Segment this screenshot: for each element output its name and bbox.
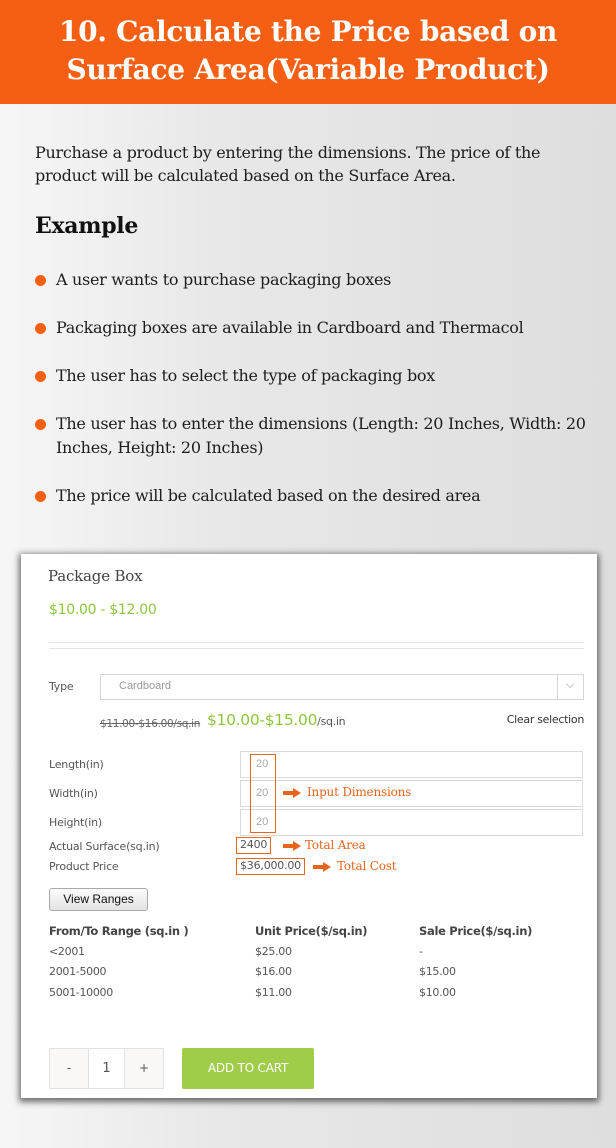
page-banner: 10. Calculate the Price based on Surface… [0, 0, 616, 104]
product-title: Package Box [48, 567, 143, 585]
quantity-input[interactable]: 1 [88, 1049, 125, 1088]
view-ranges-button[interactable]: View Ranges [49, 888, 148, 911]
bullet-item: The user has to select the type of packa… [35, 364, 605, 388]
price-separator: - [100, 602, 106, 618]
bullet-item: A user wants to purchase packaging boxes [35, 268, 605, 292]
bullet-text: The user has to select the type of packa… [56, 366, 435, 385]
bullet-item: Packaging boxes are available in Cardboa… [35, 316, 605, 340]
table-cell: 2001-5000 [49, 965, 107, 978]
arrow-right-icon [283, 841, 301, 851]
table-cell: $11.00 [255, 986, 292, 999]
length-label: Length(in) [49, 758, 104, 771]
intro-line-1: Purchase a product by entering the dimen… [35, 143, 541, 162]
arrow-right-icon [283, 788, 301, 798]
sale-price-unit: /sq.in [317, 715, 346, 728]
type-select[interactable]: Cardboard [100, 674, 584, 700]
actual-surface-value: 2400 [236, 837, 272, 854]
divider [49, 642, 584, 643]
product-price-range: $10.00 - $12.00 [49, 602, 157, 618]
quantity-stepper: - 1 + [49, 1048, 164, 1089]
chevron-down-icon [565, 679, 575, 689]
product-price-label: Product Price [49, 860, 119, 873]
sale-price-value: $10.00-$15.00 [207, 711, 318, 729]
example-heading: Example [35, 213, 139, 239]
length-input[interactable]: 20 [240, 751, 583, 778]
price-max: $12.00 [109, 602, 157, 618]
bullet-dot-icon [35, 323, 46, 334]
table-cell: $10.00 [419, 986, 456, 999]
annotation-total-cost: Total Cost [337, 859, 397, 873]
table-cell: $15.00 [419, 965, 456, 978]
actual-surface-label: Actual Surface(sq.in) [49, 840, 160, 853]
intro-paragraph: Purchase a product by entering the dimen… [35, 141, 595, 187]
width-label: Width(in) [49, 787, 98, 800]
bullet-dot-icon [35, 371, 46, 382]
bullet-text: The user has to enter the dimensions (Le… [56, 414, 586, 433]
bullet-dot-icon [35, 491, 46, 502]
table-header: Sale Price($/sq.in) [419, 924, 533, 938]
height-label: Height(in) [49, 816, 102, 829]
bullet-text: Packaging boxes are available in Cardboa… [56, 318, 524, 337]
product-price-value: $36,000.00 [236, 858, 305, 875]
sale-price: $10.00-$15.00/sq.in [207, 711, 346, 729]
bullet-item: The user has to enter the dimensions (Le… [35, 412, 605, 460]
table-cell: - [419, 945, 423, 958]
intro-line-2: product will be calculated based on the … [35, 166, 456, 185]
add-to-cart-button[interactable]: ADD TO CART [182, 1048, 314, 1089]
clear-selection-link[interactable]: Clear selection [507, 713, 585, 726]
table-cell: $25.00 [255, 945, 292, 958]
table-header: From/To Range (sq.in ) [49, 924, 189, 938]
annotation-total-area: Total Area [305, 838, 366, 852]
bullet-text: The price will be calculated based on th… [56, 486, 481, 505]
price-min: $10.00 [49, 602, 97, 618]
table-cell: <2001 [49, 945, 85, 958]
table-cell: $16.00 [255, 965, 292, 978]
dimensions-highlight-box [250, 754, 276, 833]
table-header: Unit Price($/sq.in) [255, 924, 368, 938]
annotation-input-dimensions: Input Dimensions [307, 785, 412, 799]
product-card-screenshot: Package Box $10.00 - $12.00 Type Cardboa… [21, 554, 597, 1098]
bullet-dot-icon [35, 419, 46, 430]
height-input[interactable]: 20 [240, 809, 583, 836]
type-select-toggle[interactable] [557, 675, 583, 699]
old-price: $11.00-$16.00/sq.in [100, 718, 201, 730]
quantity-decrease-button[interactable]: - [50, 1049, 88, 1088]
bullet-text-continued: Inches, Height: 20 Inches) [56, 438, 264, 457]
type-select-value: Cardboard [119, 680, 171, 692]
divider [49, 648, 584, 649]
type-label: Type [49, 680, 74, 693]
banner-title-line-1: 10. Calculate the Price based on [58, 15, 558, 48]
arrow-right-icon [313, 862, 331, 872]
table-cell: 5001-10000 [49, 986, 113, 999]
bullet-text: A user wants to purchase packaging boxes [56, 270, 392, 289]
quantity-increase-button[interactable]: + [125, 1049, 163, 1088]
banner-title-line-2: Surface Area(Variable Product) [66, 53, 550, 86]
bullet-dot-icon [35, 275, 46, 286]
bullet-item: The price will be calculated based on th… [35, 484, 605, 508]
